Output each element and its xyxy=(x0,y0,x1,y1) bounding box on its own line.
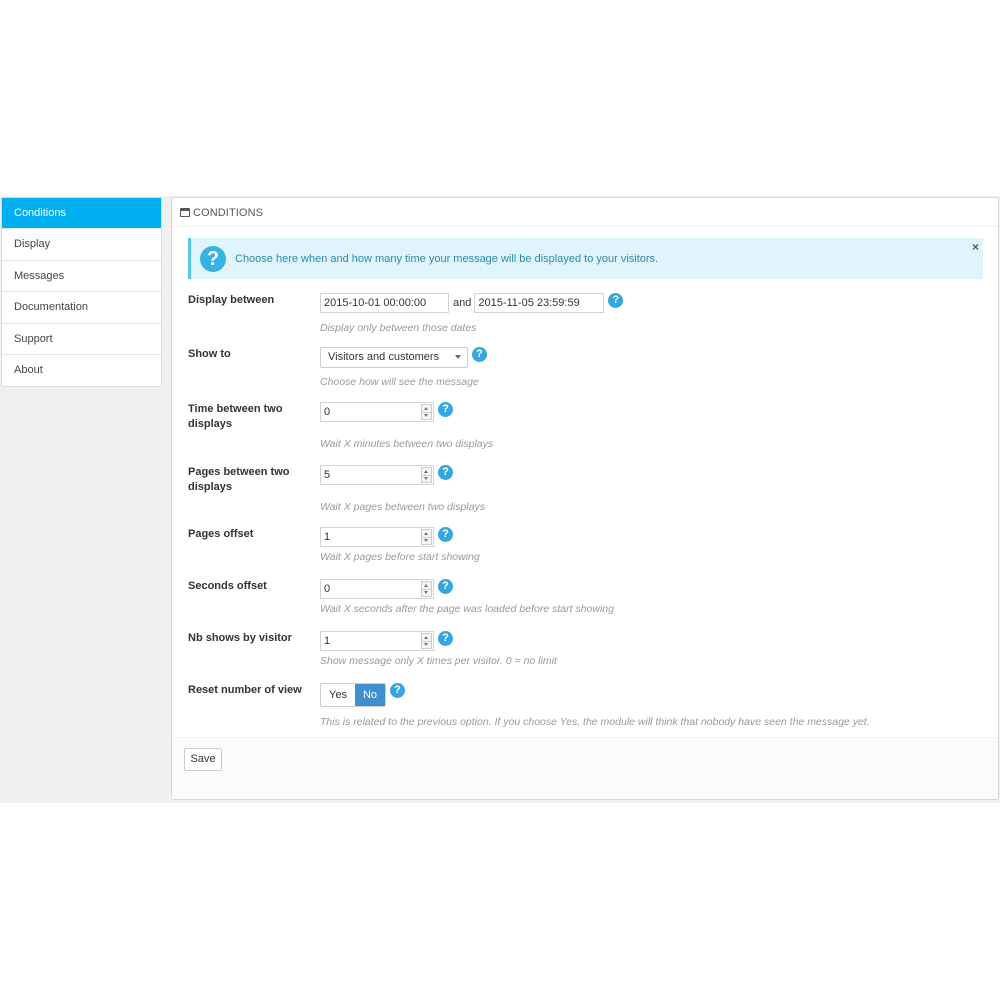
field-controls: Visitors and customers? xyxy=(320,347,487,368)
show-to-select[interactable]: Visitors and customers xyxy=(320,347,468,368)
help-icon[interactable]: ? xyxy=(438,527,453,542)
alert-message: Choose here when and how many time your … xyxy=(235,253,659,265)
date-to-input[interactable]: 2015-11-05 23:59:59 xyxy=(474,293,605,313)
sidebar: Conditions Display Messages Documentatio… xyxy=(1,197,162,388)
field-label: Show to xyxy=(188,348,231,360)
conditions-panel: CONDITIONS ? Choose here when and how ma… xyxy=(171,197,999,800)
sidebar-item-documentation[interactable]: Documentation xyxy=(2,292,161,324)
field-label: Seconds offset xyxy=(188,580,267,592)
panel-footer: Save xyxy=(172,737,998,799)
stepper-value: 1 xyxy=(324,635,331,647)
field-hint: Wait X seconds after the page was loaded… xyxy=(320,603,614,615)
select-value: Visitors and customers xyxy=(328,351,440,363)
question-circle-icon: ? xyxy=(200,246,226,272)
save-button[interactable]: Save xyxy=(184,748,222,771)
sidebar-item-about[interactable]: About xyxy=(2,355,161,386)
time-between-stepper[interactable]: 0 xyxy=(320,402,434,422)
help-icon[interactable]: ? xyxy=(438,631,453,646)
stepper-value: 1 xyxy=(324,531,331,543)
field-label: Time between two displays xyxy=(188,403,283,430)
field-label: Reset number of view xyxy=(188,684,302,696)
spinner-icon[interactable] xyxy=(421,633,432,649)
sidebar-item-messages[interactable]: Messages xyxy=(2,261,161,293)
field-controls: 0? xyxy=(320,402,453,422)
field-hint: Choose how will see the message xyxy=(320,376,479,388)
help-icon[interactable]: ? xyxy=(608,293,624,308)
stepper-value: 0 xyxy=(324,583,331,595)
stepper-value: 5 xyxy=(324,469,331,481)
pages-between-stepper[interactable]: 5 xyxy=(320,465,434,485)
field-label: Nb shows by visitor xyxy=(188,632,292,644)
spinner-icon[interactable] xyxy=(421,529,432,545)
help-icon[interactable]: ? xyxy=(438,465,453,480)
field-controls: 1? xyxy=(320,527,453,547)
spinner-icon[interactable] xyxy=(421,404,432,420)
panel-heading: CONDITIONS xyxy=(172,198,998,227)
sidebar-item-display[interactable]: Display xyxy=(2,229,161,261)
date-from-input[interactable]: 2015-10-01 00:00:00 xyxy=(320,293,449,313)
field-controls: 0? xyxy=(320,579,453,599)
field-hint: This is related to the previous option. … xyxy=(320,716,870,728)
help-icon[interactable]: ? xyxy=(472,347,487,362)
field-hint: Wait X minutes between two displays xyxy=(320,438,494,450)
field-controls: 2015-10-01 00:00:00 and 2015-11-05 23:59:5… xyxy=(320,293,624,313)
field-label: Pages between two displays xyxy=(188,466,290,493)
seconds-offset-stepper[interactable]: 0 xyxy=(320,579,434,599)
field-label: Pages offset xyxy=(188,528,254,540)
field-hint: Display only between those dates xyxy=(320,322,477,334)
sidebar-item-support[interactable]: Support xyxy=(2,324,161,355)
toggle-no[interactable]: No xyxy=(354,684,386,706)
field-hint: Wait X pages before start showing xyxy=(320,551,480,563)
help-icon[interactable]: ? xyxy=(438,579,453,594)
field-hint: Show message only X times per visitor. 0… xyxy=(320,655,557,667)
and-label: and xyxy=(453,297,472,309)
spinner-icon[interactable] xyxy=(421,581,432,597)
info-alert: ? Choose here when and how many time you… xyxy=(188,238,983,279)
app-body: Conditions Display Messages Documentatio… xyxy=(0,196,1000,803)
reset-views-toggle[interactable]: Yes No xyxy=(320,683,387,707)
nb-shows-stepper[interactable]: 1 xyxy=(320,631,434,651)
help-icon[interactable]: ? xyxy=(438,402,453,417)
spinner-icon[interactable] xyxy=(421,467,432,483)
help-icon[interactable]: ? xyxy=(390,683,406,698)
field-label: Display between xyxy=(188,294,275,306)
panel-title: CONDITIONS xyxy=(193,207,264,219)
field-hint: Wait X pages between two displays xyxy=(320,501,485,513)
toggle-yes[interactable]: Yes xyxy=(321,684,355,706)
field-controls: Yes No? xyxy=(320,683,406,707)
calendar-icon xyxy=(180,208,190,217)
field-controls: 5? xyxy=(320,465,453,485)
sidebar-item-conditions[interactable]: Conditions xyxy=(2,198,161,230)
stepper-value: 0 xyxy=(324,406,331,418)
pages-offset-stepper[interactable]: 1 xyxy=(320,527,434,547)
close-icon[interactable]: × xyxy=(972,240,979,254)
chevron-down-icon xyxy=(455,355,461,359)
field-controls: 1? xyxy=(320,631,453,651)
